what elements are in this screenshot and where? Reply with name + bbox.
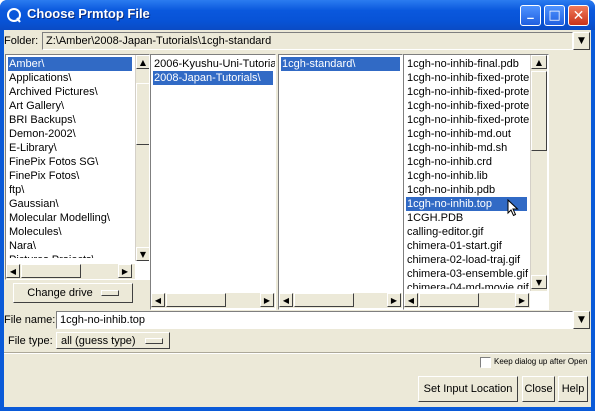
list-item[interactable]: 2006-Kyushu-Uni-Tutoria — [153, 57, 275, 71]
list-item[interactable]: calling-editor.gif — [406, 225, 527, 239]
scroll-down-icon[interactable]: ▼ — [136, 247, 149, 261]
scroll-right-icon[interactable]: ▶ — [118, 264, 132, 278]
vertical-scrollbar[interactable]: ▲ ▼ — [530, 55, 547, 291]
file-name-input[interactable]: 1cgh-no-inhib.top — [56, 311, 573, 329]
scroll-down-icon[interactable]: ▼ — [531, 275, 547, 289]
file-name-value: 1cgh-no-inhib.top — [60, 314, 146, 326]
chevron-down-icon: ▼ — [578, 315, 585, 325]
list-item[interactable]: chimera-01-start.gif — [406, 239, 527, 253]
list-item[interactable]: FinePix Fotos\ — [8, 169, 132, 183]
scroll-up-icon[interactable]: ▲ — [531, 55, 547, 69]
option-menu-indicator-icon — [144, 337, 163, 344]
option-menu-indicator-icon — [100, 290, 119, 296]
app-icon — [7, 8, 21, 23]
scroll-thumb[interactable] — [166, 293, 226, 307]
file-name-dropdown-button[interactable]: ▼ — [573, 311, 590, 329]
horizontal-scrollbar[interactable]: ◀ ▶ — [404, 293, 530, 308]
horizontal-scrollbar[interactable]: ◀ ▶ — [6, 264, 135, 279]
list-item[interactable]: 1cgh-no-inhib-fixed-prote — [406, 71, 529, 85]
list-item[interactable]: chimera-03-ensemble.gif — [406, 267, 528, 281]
folder-combo[interactable]: Z:\Amber\2008-Japan-Tutorials\1cgh-stand… — [42, 32, 573, 50]
list-item[interactable]: Art Gallery\ — [8, 99, 132, 113]
list-item[interactable]: 1cgh-standard\ — [281, 57, 400, 71]
list-item[interactable]: Nara\ — [8, 239, 132, 253]
horizontal-scrollbar[interactable]: ◀ ▶ — [151, 293, 275, 308]
list-item[interactable]: chimera-02-load-traj.gif — [406, 253, 527, 267]
list-item[interactable]: Applications\ — [8, 71, 132, 85]
list-item[interactable]: 2008-Japan-Tutorials\ — [153, 71, 273, 85]
folder-label: Folder: — [4, 35, 39, 47]
scroll-thumb[interactable] — [21, 264, 81, 278]
scroll-thumb[interactable] — [531, 71, 547, 151]
close-window-button[interactable]: ✕ — [568, 5, 589, 26]
list-item[interactable]: 1cgh-no-inhib-fixed-prote — [406, 85, 529, 99]
close-button[interactable]: Close — [522, 376, 555, 402]
list-item[interactable]: 1cgh-no-inhib-fixed-prote — [406, 113, 529, 127]
list-item[interactable]: Pictures Projects\ — [8, 253, 132, 258]
list-item[interactable]: FinePix Fotos SG\ — [8, 155, 132, 169]
list-item[interactable]: BRI Backups\ — [8, 113, 132, 127]
dialog-body: Folder: Z:\Amber\2008-Japan-Tutorials\1c… — [4, 30, 591, 407]
change-drive-label: Change drive — [27, 287, 93, 299]
list-item[interactable]: 1cgh-no-inhib-fixed-prote — [406, 99, 529, 113]
keep-dialog-checkbox[interactable] — [480, 357, 491, 368]
keep-dialog-label: Keep dialog up after Open — [494, 357, 588, 366]
list-item[interactable]: Molecules\ — [8, 225, 132, 239]
list-item[interactable]: 1cgh-no-inhib-final.pdb — [406, 57, 527, 71]
file-type-value: all (guess type) — [61, 334, 136, 347]
file-name-label: File name: — [4, 314, 56, 326]
list-item[interactable]: E-Library\ — [8, 141, 132, 155]
scroll-up-icon[interactable]: ▲ — [136, 55, 149, 69]
directory-list-1[interactable]: Amber\ Applications\ Archived Pictures\ Art… — [5, 54, 150, 280]
minimize-icon: _ — [527, 5, 534, 20]
horizontal-scrollbar[interactable]: ◀ ▶ — [279, 293, 402, 308]
maximize-button[interactable]: □ — [544, 5, 565, 26]
scroll-right-icon[interactable]: ▶ — [515, 293, 529, 307]
vertical-scrollbar[interactable]: ▲ ▼ — [135, 55, 149, 261]
file-type-select[interactable]: all (guess type) — [56, 332, 170, 349]
window-title: Choose Prmtop File — [27, 6, 150, 21]
file-list[interactable]: 1cgh-no-inhib-final.pdb 1cgh-no-inhib-fix… — [403, 54, 549, 310]
list-item[interactable]: Demon-2002\ — [8, 127, 132, 141]
list-item[interactable]: Amber\ — [8, 57, 132, 71]
dialog-window: Choose Prmtop File _ □ ✕ Folder: Z:\Ambe… — [0, 0, 595, 411]
chevron-down-icon: ▼ — [578, 36, 585, 46]
set-input-location-button[interactable]: Set Input Location — [418, 376, 518, 402]
list-item[interactable]: Gaussian\ — [8, 197, 132, 211]
scroll-left-icon[interactable]: ◀ — [279, 293, 293, 307]
scroll-left-icon[interactable]: ◀ — [404, 293, 418, 307]
list-item[interactable]: Molecular Modelling\ — [8, 211, 132, 225]
change-drive-button[interactable]: Change drive — [13, 283, 133, 303]
list-item[interactable]: 1cgh-no-inhib-md.sh — [406, 141, 527, 155]
list-item[interactable]: 1cgh-no-inhib.pdb — [406, 183, 527, 197]
directory-list-3[interactable]: 1cgh-standard\ ◀ ▶ — [278, 54, 403, 310]
scroll-left-icon[interactable]: ◀ — [6, 264, 20, 278]
list-item[interactable]: ftp\ — [8, 183, 132, 197]
scroll-thumb[interactable] — [136, 83, 149, 145]
maximize-icon: □ — [548, 8, 561, 23]
separator — [4, 352, 591, 354]
scroll-right-icon[interactable]: ▶ — [260, 293, 274, 307]
list-item[interactable]: Archived Pictures\ — [8, 85, 132, 99]
list-item[interactable]: 1cgh-no-inhib.crd — [406, 155, 527, 169]
help-button[interactable]: Help — [558, 376, 588, 402]
folder-dropdown-button[interactable]: ▼ — [573, 32, 590, 50]
scroll-thumb[interactable] — [294, 293, 354, 307]
close-icon: ✕ — [572, 7, 585, 24]
directory-list-2[interactable]: 2006-Kyushu-Uni-Tutoria 2008-Japan-Tutori… — [150, 54, 276, 310]
file-type-label: File type: — [8, 335, 53, 347]
scroll-left-icon[interactable]: ◀ — [151, 293, 165, 307]
list-item[interactable]: 1cgh-no-inhib.lib — [406, 169, 527, 183]
scroll-thumb[interactable] — [419, 293, 479, 307]
minimize-button[interactable]: _ — [520, 5, 541, 26]
folder-path: Z:\Amber\2008-Japan-Tutorials\1cgh-stand… — [46, 35, 272, 47]
scroll-right-icon[interactable]: ▶ — [387, 293, 401, 307]
mouse-pointer-icon — [507, 199, 519, 217]
list-item[interactable]: chimera-04-md-movie.gif — [406, 281, 529, 289]
list-item[interactable]: 1cgh-no-inhib-md.out — [406, 127, 527, 141]
title-bar[interactable]: Choose Prmtop File _ □ ✕ — [0, 0, 595, 30]
